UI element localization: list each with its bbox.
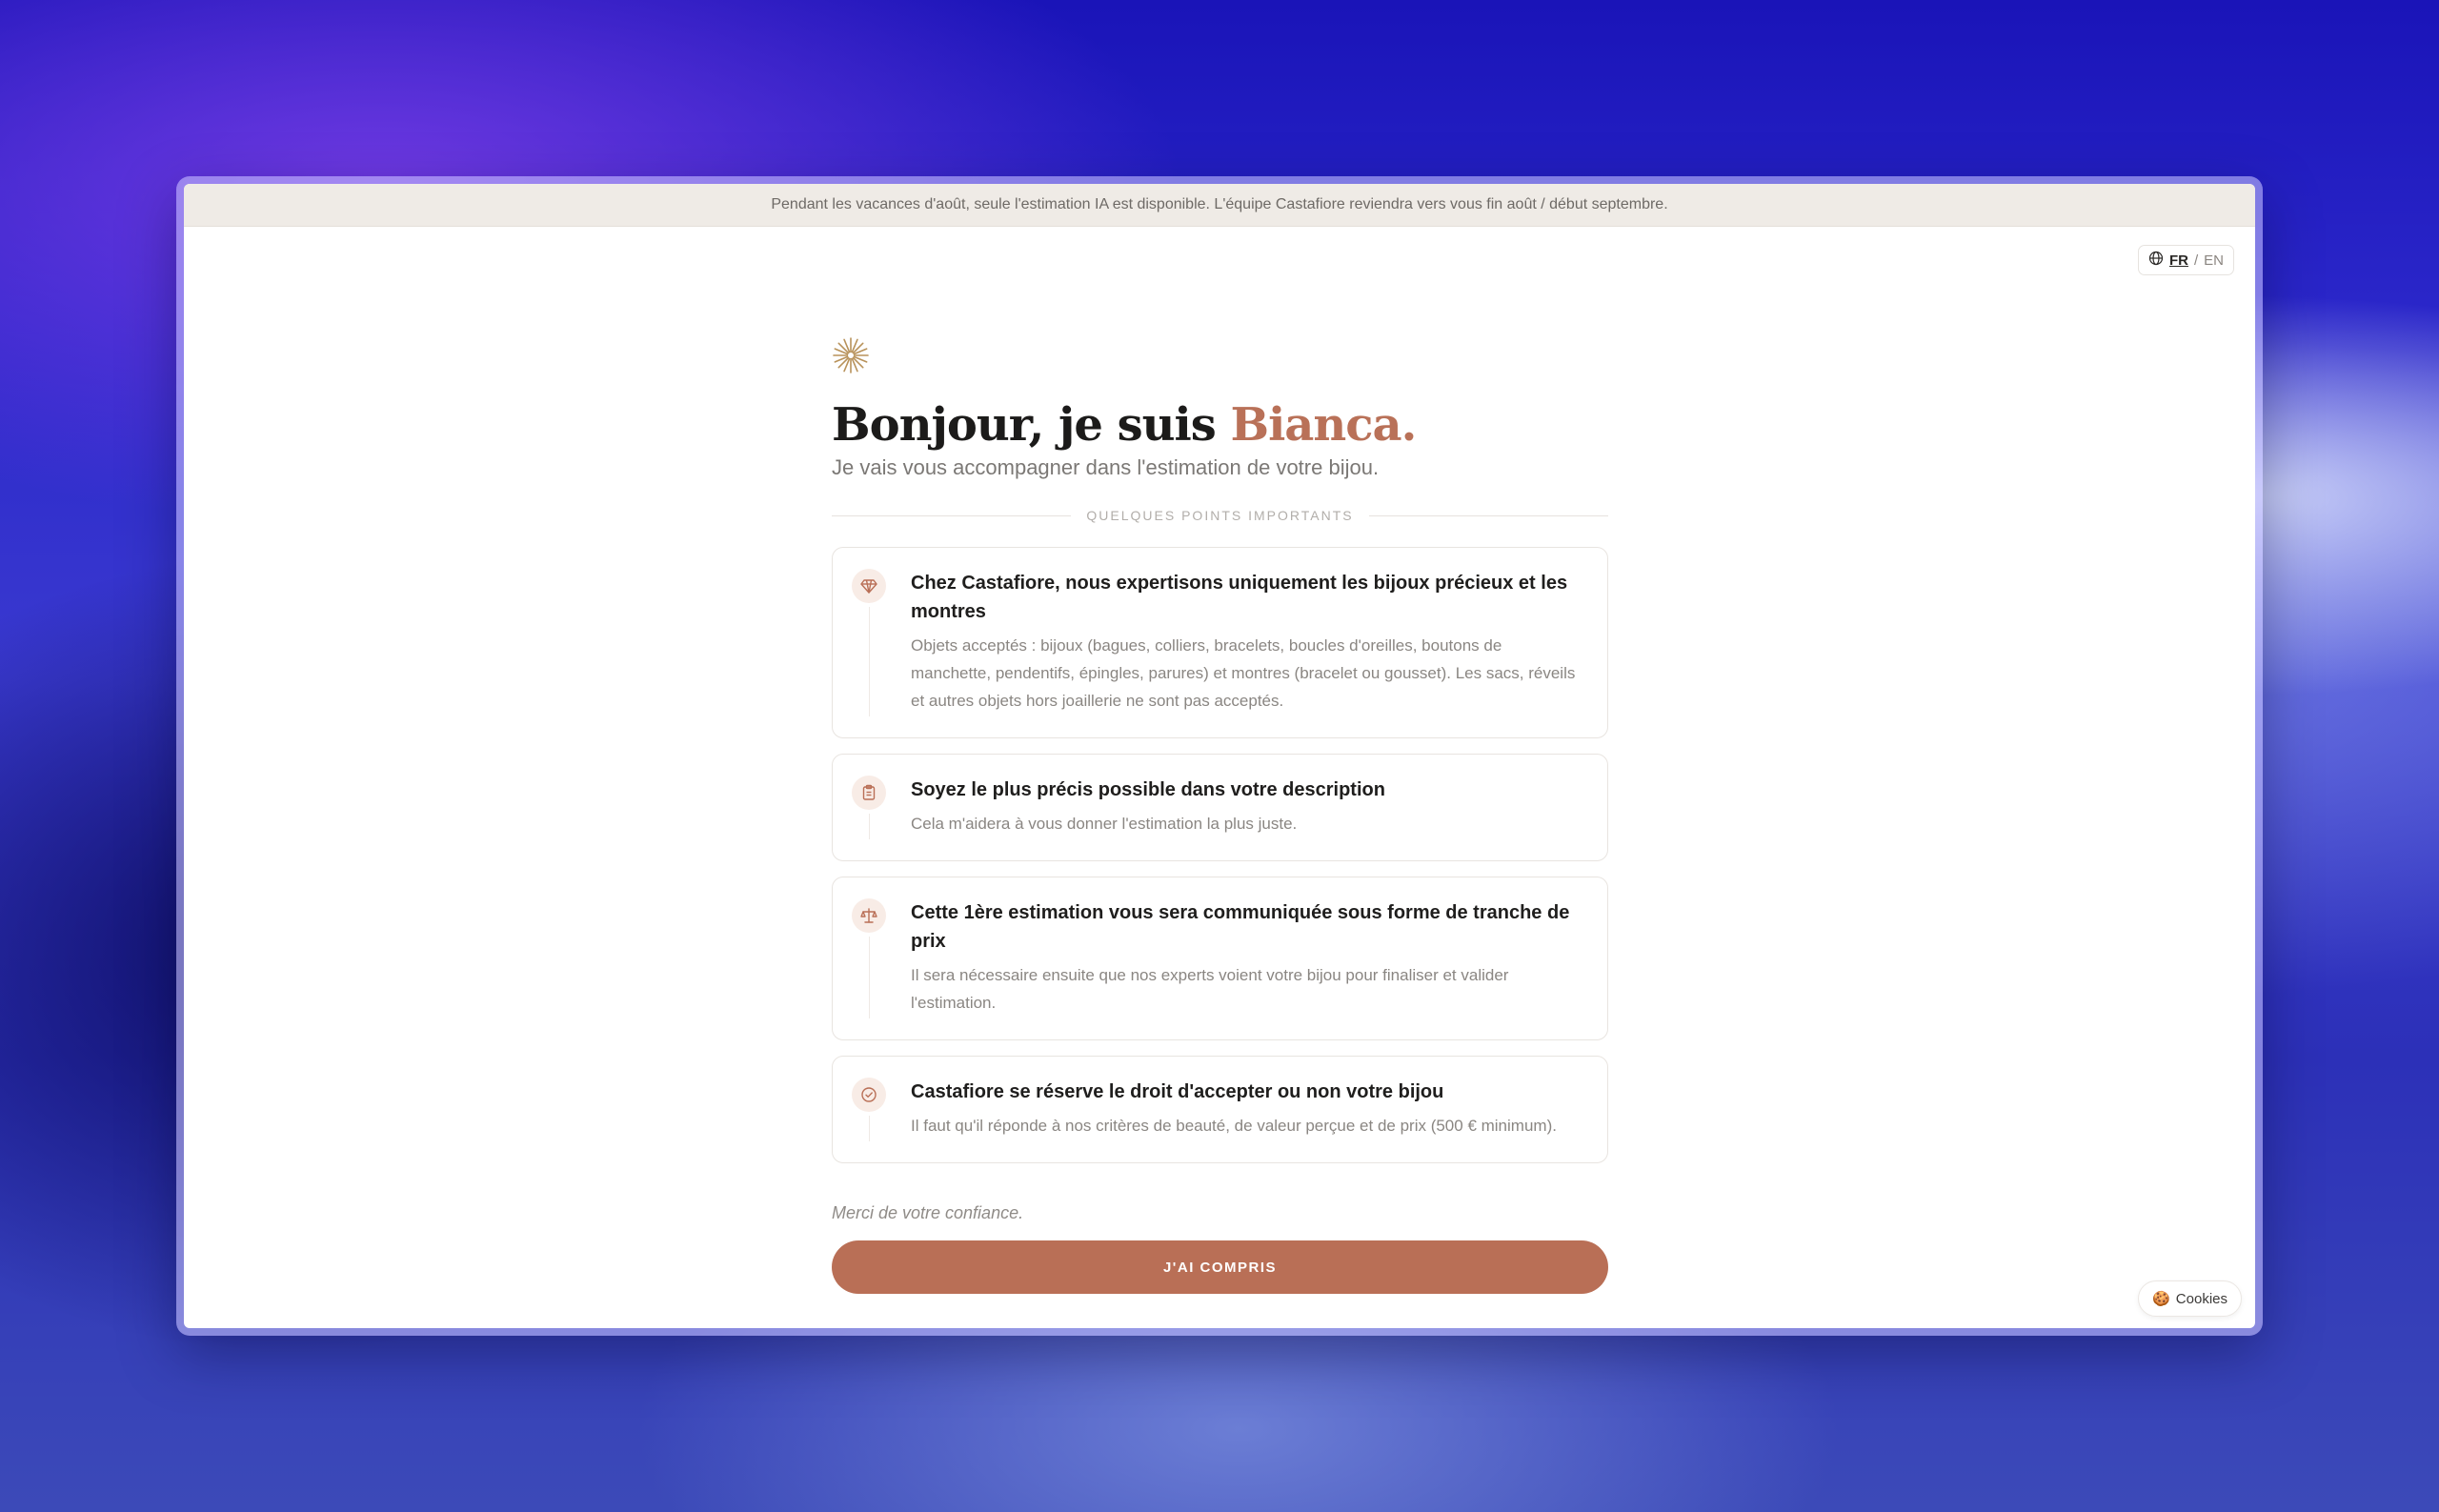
diamond-icon xyxy=(852,569,886,603)
scale-icon xyxy=(852,898,886,933)
info-card: Soyez le plus précis possible dans votre… xyxy=(832,754,1608,861)
globe-icon xyxy=(2148,251,2164,270)
cookies-label: Cookies xyxy=(2175,1290,2227,1307)
main-content: Bonjour, je suis Bianca. Je vais vous ac… xyxy=(832,336,1608,1294)
sunburst-logo xyxy=(832,336,1608,379)
info-card: Cette 1ère estimation vous sera communiq… xyxy=(832,877,1608,1040)
card-text: Cela m'aidera à vous donner l'estimation… xyxy=(911,815,1298,833)
language-switcher: FR / EN xyxy=(2137,245,2234,275)
cookies-button[interactable]: 🍪 Cookies xyxy=(2138,1280,2242,1317)
info-card: Castafiore se réserve le droit d'accepte… xyxy=(832,1056,1608,1163)
understood-button[interactable]: J'AI COMPRIS xyxy=(832,1240,1608,1294)
check-circle-icon xyxy=(852,1078,886,1112)
card-title: Soyez le plus précis possible dans votre… xyxy=(911,779,1385,800)
thanks-text: Merci de votre confiance. xyxy=(832,1203,1024,1222)
info-card: Chez Castafiore, nous expertisons unique… xyxy=(832,547,1608,738)
card-title: Chez Castafiore, nous expertisons unique… xyxy=(911,573,1568,622)
lang-separator: / xyxy=(2193,252,2199,269)
card-text: Il faut qu'il réponde à nos critères de … xyxy=(911,1117,1557,1135)
card-title: Cette 1ère estimation vous sera communiq… xyxy=(911,902,1570,952)
section-divider: QUELQUES POINTS IMPORTANTS xyxy=(832,507,1608,524)
page-subtitle: Je vais vous accompagner dans l'estimati… xyxy=(832,455,1380,479)
browser-window: Pendant les vacances d'août, seule l'est… xyxy=(176,176,2263,1336)
lang-fr-link[interactable]: FR xyxy=(2169,252,2188,269)
vacation-banner: Pendant les vacances d'août, seule l'est… xyxy=(184,184,2255,227)
page-title: Bonjour, je suis Bianca. xyxy=(832,396,1608,454)
card-title: Castafiore se réserve le droit d'accepte… xyxy=(911,1081,1444,1102)
lang-en-link[interactable]: EN xyxy=(2204,252,2224,269)
card-text: Objets acceptés : bijoux (bagues, collie… xyxy=(911,636,1576,710)
title-prefix: Bonjour, je suis xyxy=(832,398,1231,452)
page: Pendant les vacances d'août, seule l'est… xyxy=(184,184,2255,1328)
section-title: QUELQUES POINTS IMPORTANTS xyxy=(1086,508,1354,523)
banner-text: Pendant les vacances d'août, seule l'est… xyxy=(771,196,1668,212)
cookie-icon: 🍪 xyxy=(2152,1291,2170,1307)
clipboard-icon xyxy=(852,776,886,810)
card-text: Il sera nécessaire ensuite que nos exper… xyxy=(911,966,1509,1012)
title-name: Bianca. xyxy=(1230,398,1418,452)
